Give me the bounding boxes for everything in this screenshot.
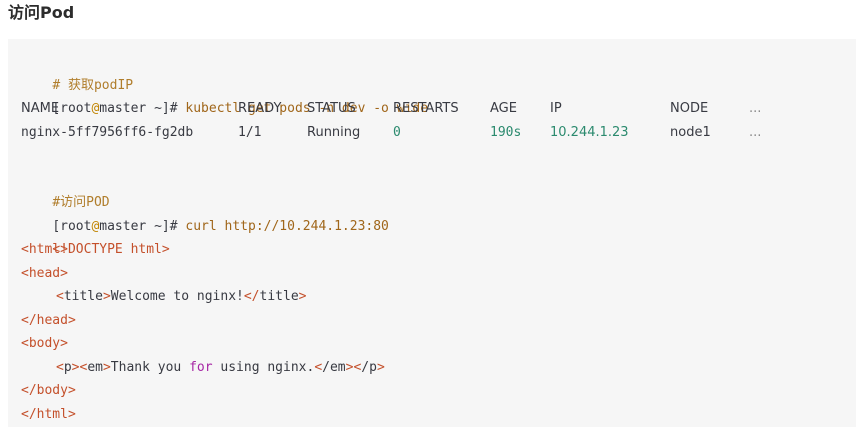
paragraph-line: <p><em>Thank you for using nginx.</em></… xyxy=(56,359,385,375)
comment-text: #访问POD xyxy=(52,195,110,210)
doctype: <!DOCTYPE html> xyxy=(52,242,170,257)
em-open-tag: em xyxy=(87,359,103,375)
for-keyword: for xyxy=(189,359,213,375)
head-close-tag: /head xyxy=(28,312,68,328)
section-heading: 访问Pod xyxy=(8,3,75,22)
header-more: ... xyxy=(749,101,762,116)
pod-ip: 10.244.1.23 xyxy=(550,124,629,140)
header-node: NODE xyxy=(670,101,709,116)
body-open-tag: body xyxy=(28,336,61,351)
title-open-tag: title xyxy=(63,289,103,304)
prompt-user: root xyxy=(60,218,92,234)
pod-age: 190s xyxy=(490,124,522,140)
command-line-curl: [root@master ~]# curl http://10.244.1.23… xyxy=(21,191,856,234)
title-close-tag: title xyxy=(259,289,299,304)
html-open-tag: html xyxy=(28,242,61,257)
header-ip: IP xyxy=(550,101,562,116)
body-open-line: <body> xyxy=(21,336,68,351)
code-block: # 获取podIP [root@master ~]# kubectl get p… xyxy=(8,39,856,427)
html-close-line: </html> xyxy=(21,406,76,422)
comment-text: # 获取podIP xyxy=(52,77,134,93)
head-open-tag: head xyxy=(28,265,61,281)
title-line: <title>Welcome to nginx!</title> xyxy=(56,289,307,304)
body-close-tag: /body xyxy=(28,383,68,398)
pod-more: ... xyxy=(749,124,762,140)
thank-text-end: using nginx. xyxy=(212,359,315,375)
pods-table-row: nginx-5ff7956ff6-fg2db 1/1 Running 0 190… xyxy=(21,121,856,145)
curl-command: curl http://10.244.1.23:80 xyxy=(185,218,389,234)
pod-ready: 1/1 xyxy=(238,124,262,140)
pod-name: nginx-5ff7956ff6-fg2db xyxy=(21,124,194,140)
header-ready: READY xyxy=(238,101,282,116)
head-open-line: <head> xyxy=(21,265,68,281)
prompt-rest: ~]# xyxy=(146,218,186,234)
html-close-tag: /html xyxy=(28,406,68,422)
command-line-kubectl: [root@master ~]# kubectl get pods -n dev… xyxy=(21,74,856,116)
body-close-line: </body> xyxy=(21,383,76,398)
header-restarts: RESTARTS xyxy=(393,101,459,116)
prompt-open-bracket: [ xyxy=(52,218,61,234)
head-close-line: </head> xyxy=(21,312,76,328)
pod-restarts: 0 xyxy=(393,124,401,140)
code-comment-get-pod-ip: # 获取podIP xyxy=(21,50,856,93)
header-age: AGE xyxy=(490,101,517,116)
thank-text-start: Thank you xyxy=(110,359,190,375)
p-open-tag: p xyxy=(63,359,72,375)
pods-table-header: NAME READY STATUS RESTARTS AGE IP NODE .… xyxy=(21,97,856,121)
em-close-tag: /em xyxy=(322,359,346,375)
prompt-host: master xyxy=(99,218,147,234)
header-name: NAME xyxy=(21,101,60,116)
code-comment-access-pod: #访问POD xyxy=(21,168,856,210)
p-close-tag: /p xyxy=(361,359,377,375)
header-status: STATUS xyxy=(307,101,356,116)
title-text: Welcome to nginx! xyxy=(110,289,244,304)
pod-status: Running xyxy=(307,124,361,140)
pod-node: node1 xyxy=(670,124,711,140)
